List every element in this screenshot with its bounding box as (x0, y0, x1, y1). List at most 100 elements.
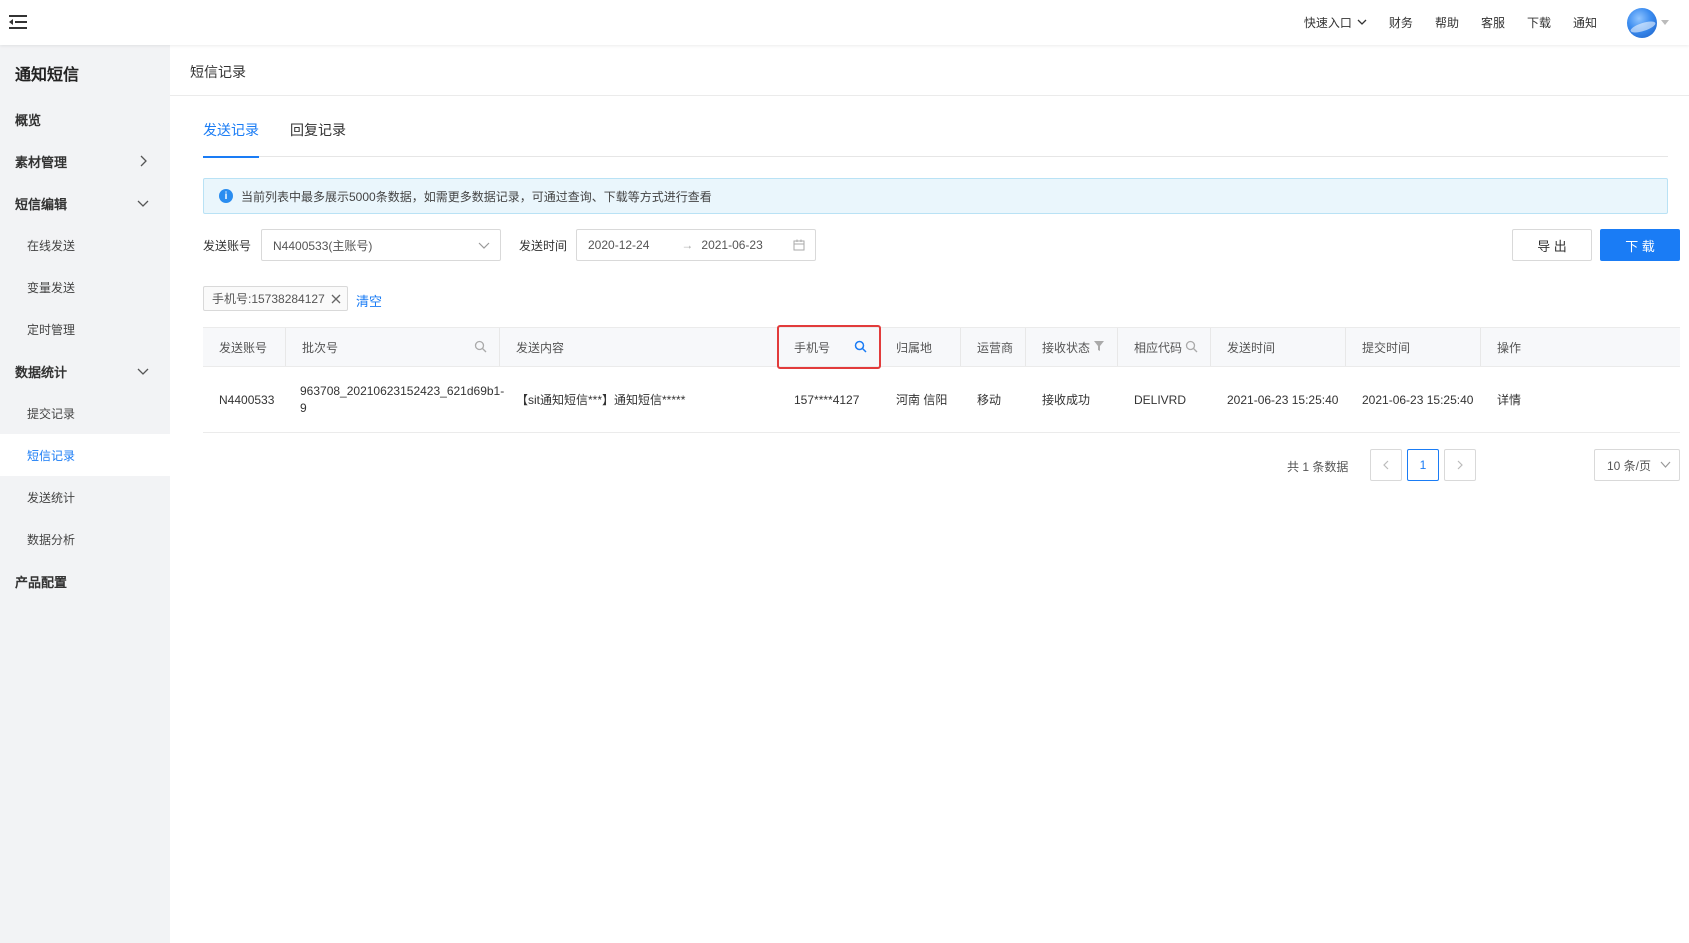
sidebar-item-product-config[interactable]: 产品配置 (0, 560, 170, 602)
account-select-value: N4400533(主账号) (273, 238, 373, 253)
sidebar-item-label: 素材管理 (15, 154, 68, 170)
clear-filters-link[interactable]: 清空 (356, 291, 382, 310)
tab-send-records[interactable]: 发送记录 (203, 120, 259, 158)
batch-line-2: 9 (300, 401, 307, 415)
nav-service[interactable]: 客服 (1481, 14, 1505, 31)
records-table: 发送账号 批次号 发送内容 手机号 归属地 运营商 接收状态 相应代码 发送时间… (203, 325, 1680, 433)
batch-line-1: 963708_20210623152423_621d69b1- (300, 384, 505, 398)
col-submit-time: 提交时间 (1346, 328, 1481, 366)
sidebar-item-materials[interactable]: 素材管理 (0, 140, 170, 182)
avatar-caret-icon[interactable] (1661, 20, 1669, 25)
page-size-select[interactable]: 10 条/页 (1594, 449, 1680, 481)
sidebar-item-label: 定时管理 (27, 322, 76, 337)
cell-value: 157****4127 (794, 392, 860, 407)
quick-entry-menu[interactable]: 快速入口 (1304, 14, 1367, 31)
sidebar-item-label: 数据分析 (27, 532, 76, 547)
sidebar-item-overview[interactable]: 概览 (0, 98, 170, 140)
close-icon[interactable] (331, 294, 341, 304)
sidebar-item-label: 概览 (15, 112, 42, 128)
pagination: 共 1 条数据 1 10 条/页 (170, 449, 1680, 481)
column-header: 手机号 (794, 340, 831, 355)
date-end[interactable]: 2021-06-23 (701, 238, 762, 252)
column-header: 提交时间 (1362, 340, 1411, 355)
table-row: N4400533 963708_20210623152423_621d69b1-… (203, 367, 1680, 433)
chevron-down-icon (1660, 459, 1671, 473)
next-page-button[interactable] (1444, 449, 1476, 481)
date-start[interactable]: 2020-12-24 (588, 238, 649, 252)
sidebar-title: 通知短信 (15, 67, 80, 84)
column-header: 归属地 (896, 340, 933, 355)
time-filter-label: 发送时间 (519, 239, 568, 253)
cell-location: 河南 信阳 (880, 367, 961, 433)
sidebar-item-schedule[interactable]: 定时管理 (0, 308, 170, 350)
cell-value: 2021-06-23 15:25:40 (1362, 392, 1474, 407)
account-filter-label: 发送账号 (203, 239, 252, 253)
sidebar: 通知短信 概览 素材管理 短信编辑 在线发送 变量发送 定时管理 数据统计 提交… (0, 45, 170, 943)
search-icon[interactable] (854, 340, 867, 356)
col-carrier: 运营商 (961, 328, 1026, 366)
export-button[interactable]: 导 出 (1512, 229, 1592, 261)
cell-value: 2021-06-23 15:25:40 (1227, 392, 1339, 407)
cell-phone: 157****4127 (778, 367, 880, 433)
chevron-down-icon (478, 239, 490, 254)
download-button[interactable]: 下 载 (1600, 229, 1680, 261)
record-tabs: 发送记录 回复记录 (203, 120, 1668, 158)
divider (170, 95, 1689, 96)
sidebar-item-label: 发送统计 (27, 490, 76, 505)
table-header: 发送账号 批次号 发送内容 手机号 归属地 运营商 接收状态 相应代码 发送时间… (203, 325, 1680, 369)
cell-content: 【sit通知短信***】通知短信***** (500, 367, 778, 433)
info-icon: i (219, 189, 233, 203)
quick-entry-label: 快速入口 (1303, 16, 1352, 30)
sidebar-item-label: 数据统计 (15, 364, 68, 380)
chevron-down-icon (136, 364, 150, 378)
pagination-total: 共 1 条数据 (1287, 460, 1349, 474)
avatar[interactable] (1627, 7, 1657, 38)
info-notice: i 当前列表中最多展示5000条数据，如需更多数据记录，可通过查询、下载等方式进… (203, 178, 1668, 214)
cell-value: 【sit通知短信***】通知短信***** (516, 392, 686, 407)
date-range-picker[interactable]: 2020-12-24 → 2021-06-23 (576, 229, 816, 261)
sidebar-item-label: 短信编辑 (15, 196, 68, 212)
sidebar-item-variable-send[interactable]: 变量发送 (0, 266, 170, 308)
page-button[interactable]: 1 (1407, 449, 1439, 481)
column-header: 发送账号 (219, 340, 268, 355)
nav-notify[interactable]: 通知 (1573, 14, 1597, 31)
sidebar-item-label: 提交记录 (27, 406, 76, 421)
menu-fold-icon[interactable] (5, 9, 31, 35)
cell-action: 详情 (1481, 367, 1680, 433)
sidebar-item-label: 在线发送 (27, 238, 76, 253)
sidebar-item-submit-records[interactable]: 提交记录 (0, 392, 170, 434)
search-icon[interactable] (1185, 340, 1198, 356)
cell-code: DELIVRD (1118, 367, 1211, 433)
sidebar-item-sms-records[interactable]: 短信记录 (0, 434, 170, 476)
detail-link[interactable]: 详情 (1497, 392, 1521, 409)
column-header: 接收状态 (1042, 340, 1091, 355)
filter-icon[interactable] (1093, 340, 1105, 355)
account-select[interactable]: N4400533(主账号) (261, 229, 501, 261)
col-action: 操作 (1481, 328, 1680, 366)
cell-value: 963708_20210623152423_621d69b1- 9 (300, 383, 504, 417)
nav-help[interactable]: 帮助 (1435, 14, 1459, 31)
sidebar-item-send-stats[interactable]: 发送统计 (0, 476, 170, 518)
col-batch: 批次号 (286, 328, 500, 366)
sidebar-item-statistics[interactable]: 数据统计 (0, 350, 170, 392)
search-icon[interactable] (474, 340, 487, 356)
col-location: 归属地 (880, 328, 961, 366)
page-title: 短信记录 (190, 64, 246, 80)
tab-reply-records[interactable]: 回复记录 (290, 120, 346, 157)
sidebar-item-online-send[interactable]: 在线发送 (0, 224, 170, 266)
chevron-down-icon (1357, 19, 1367, 26)
date-separator: → (681, 238, 694, 252)
nav-download[interactable]: 下载 (1527, 14, 1551, 31)
column-header: 相应代码 (1134, 340, 1183, 355)
col-code: 相应代码 (1118, 328, 1211, 366)
nav-finance[interactable]: 财务 (1389, 14, 1413, 31)
top-nav: 快速入口 财务 帮助 客服 下载 通知 (1304, 0, 1669, 45)
cell-send-time: 2021-06-23 15:25:40 (1211, 367, 1346, 433)
prev-page-button[interactable] (1370, 449, 1402, 481)
sidebar-item-sms-edit[interactable]: 短信编辑 (0, 182, 170, 224)
cell-account: N4400533 (203, 367, 286, 433)
sidebar-item-data-analysis[interactable]: 数据分析 (0, 518, 170, 560)
sidebar-item-label: 变量发送 (27, 280, 76, 295)
main-content: 短信记录 发送记录 回复记录 i 当前列表中最多展示5000条数据，如需更多数据… (170, 45, 1689, 943)
cell-carrier: 移动 (961, 367, 1026, 433)
